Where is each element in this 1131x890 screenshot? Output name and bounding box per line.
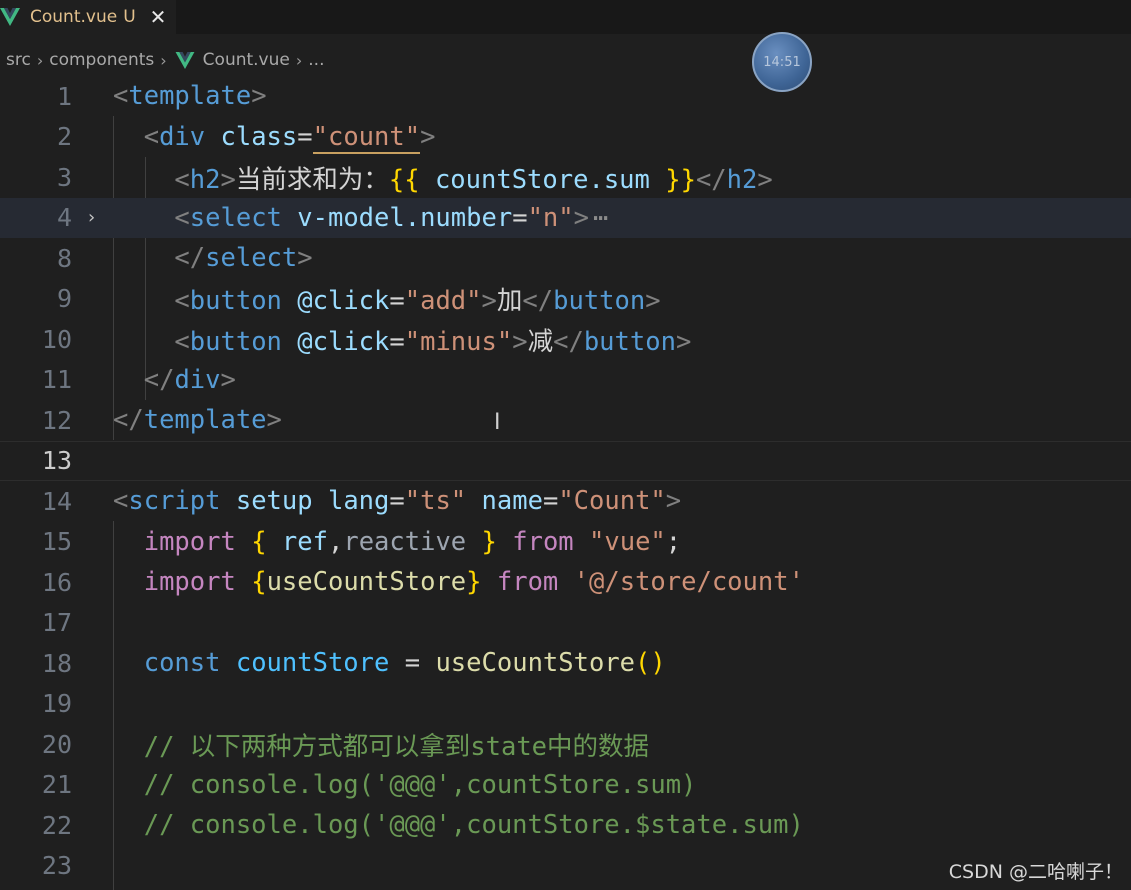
code-line: 2 <div class="count"> [0,117,1131,158]
code-line: 18 const countStore = useCountStore() [0,643,1131,684]
line-number: 18 [41,648,72,678]
code-line: 21 // console.log('@@@',countStore.sum) [0,765,1131,806]
code-line: 8 </select> [0,238,1131,279]
code-line: 16 import {useCountStore} from '@/store/… [0,562,1131,603]
code-line: 14 <script setup lang="ts" name="Count"> [0,481,1131,522]
code-editor[interactable]: 1 <template> 2 <div class="count"> 3 <h2… [0,76,1131,890]
tab-label: Count.vue [30,7,118,27]
line-number: 19 [41,689,72,719]
chevron-right-icon: › [295,50,303,70]
line-number: 23 [41,851,72,881]
breadcrumb-item-file[interactable]: Count.vue [203,50,290,70]
code-line-folded: 4 › <select v-model.number="n"> ⋯ [0,197,1131,238]
code-line: 20 // 以下两种方式都可以拿到state中的数据 [0,724,1131,765]
line-number: 20 [41,729,72,759]
line-number: 11 [41,365,72,395]
chevron-right-icon: › [160,50,167,70]
line-number: 8 [56,243,72,273]
breadcrumb: src › components › Count.vue › ... [6,46,324,74]
code-line: 19 [0,684,1131,725]
line-number: 1 [56,81,72,111]
tab-count-vue[interactable]: Count.vue U ✕ [0,0,176,34]
code-line: 12 </template> [0,400,1131,441]
tab-status-badge: U [123,7,136,27]
line-number: 17 [41,608,72,638]
code-line: 22 // console.log('@@@',countStore.$stat… [0,805,1131,846]
line-number: 9 [56,284,72,314]
breadcrumb-item-components[interactable]: components [49,50,154,70]
chevron-right-icon[interactable]: › [86,207,97,228]
line-number: 14 [41,486,72,516]
code-line: 10 <button @click="minus">减</button> [0,319,1131,360]
line-number: 4 [56,203,72,233]
watermark: CSDN @二哈喇子！ [948,861,1123,883]
timer-text: 14:51 [763,54,801,70]
breadcrumb-item-symbols[interactable]: ... [308,50,324,70]
code-line: 15 import { ref,reactive } from "vue"; [0,522,1131,563]
code-line: 3 <h2>当前求和为：{{ countStore.sum }}</h2> [0,157,1131,198]
line-number: 22 [41,810,72,840]
code-line: 1 <template> [0,76,1131,117]
line-number: 10 [41,324,72,354]
code-line: 9 <button @click="add">加</button> [0,279,1131,320]
code-line: 11 </div> [0,360,1131,401]
line-number: 12 [41,405,72,435]
fold-ellipsis[interactable]: ⋯ [593,203,608,233]
close-icon[interactable]: ✕ [150,5,167,29]
line-number: 2 [56,122,72,152]
code-line-current: 13 [0,440,1131,481]
text-cursor-icon: I [494,410,501,435]
line-number: 13 [41,446,72,476]
line-number: 3 [56,162,72,192]
vue-icon [175,51,195,69]
chevron-right-icon: › [36,50,44,70]
line-number: 21 [41,770,72,800]
code-line: 17 [0,603,1131,644]
breadcrumb-item-src[interactable]: src [6,50,31,70]
tab-bar: Count.vue U ✕ [0,0,1131,34]
vue-icon [0,8,20,26]
line-number: 16 [41,567,72,597]
line-number: 15 [41,527,72,557]
